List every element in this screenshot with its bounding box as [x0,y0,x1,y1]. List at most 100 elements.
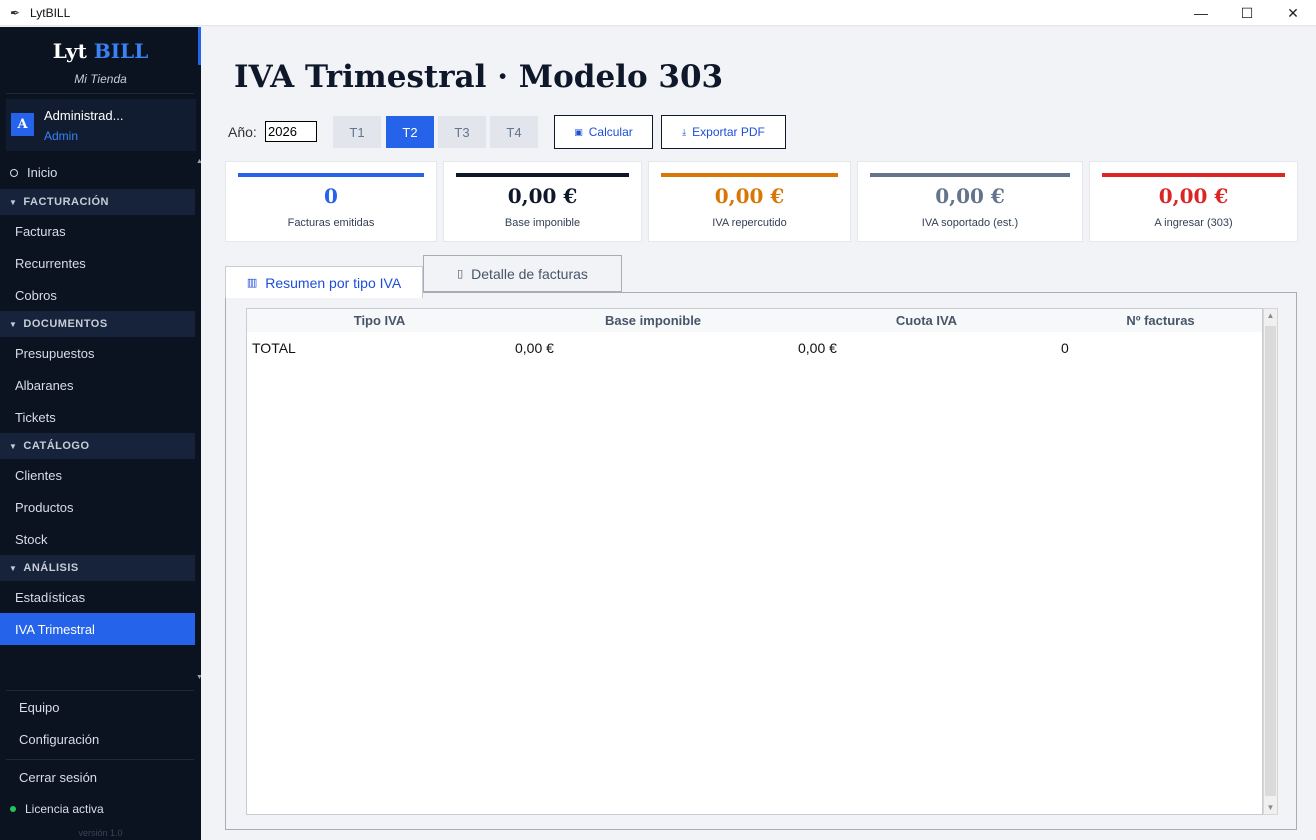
divider [6,759,194,760]
card-label: IVA repercutido [712,217,787,229]
sidebar-item-equipo[interactable]: Equipo [19,700,59,715]
section-facturacion[interactable]: ▼ FACTURACIÓN [0,189,195,215]
quarter-t2-button[interactable]: T2 [386,116,434,148]
card-label: A ingresar (303) [1154,217,1233,229]
status-dot-icon [10,806,16,812]
stat-card-a-ingresar: 0,00 € A ingresar (303) [1089,161,1298,242]
store-name: Mi Tienda [74,72,127,86]
stat-card-iva-repercutido: 0,00 € IVA repercutido [648,161,851,242]
sidebar-item-configuracion[interactable]: Configuración [19,732,99,747]
export-pdf-button[interactable]: ⤓ Exportar PDF [661,115,786,149]
column-header-num-facturas[interactable]: Nº facturas [1059,309,1262,332]
card-label: Facturas emitidas [287,217,375,229]
tab-label: Resumen por tipo IVA [265,274,402,291]
window-titlebar: ✒ LytBILL — ☐ ✕ [0,0,1316,26]
column-header-base-imponible[interactable]: Base imponible [512,309,794,332]
maximize-button[interactable]: ☐ [1224,0,1270,26]
chevron-down-icon: ▼ [9,441,18,451]
quarter-t1-button[interactable]: T1 [333,116,381,148]
scroll-down-arrow-icon[interactable]: ▼ [1264,803,1277,812]
license-status: Licencia activa [10,802,104,816]
section-catalogo[interactable]: ▼ CATÁLOGO [0,433,195,459]
sidebar-item-cobros[interactable]: Cobros [0,279,195,311]
card-accent-bar [661,173,838,177]
document-icon: ▯ [457,268,464,280]
minimize-button[interactable]: — [1178,0,1224,26]
user-card[interactable]: A Administrad... Admin [6,99,196,151]
iva-summary-table[interactable]: Tipo IVA Base imponible Cuota IVA Nº fac… [246,308,1263,815]
column-header-tipo-iva[interactable]: Tipo IVA [247,309,512,332]
calculate-button[interactable]: ▣ Calcular [554,115,653,149]
divider [6,690,194,691]
card-accent-bar [456,173,629,177]
sidebar-item-clientes[interactable]: Clientes [0,459,195,491]
brand-logo: Lyt BILL [0,39,201,63]
section-title: CATÁLOGO [23,440,90,452]
page-title: IVA Trimestral · Modelo 303 [234,59,724,95]
tab-detalle-facturas[interactable]: ▯ Detalle de facturas [423,255,622,292]
sidebar-item-estadisticas[interactable]: Estadísticas [0,581,195,613]
year-input[interactable] [265,121,317,142]
chevron-down-icon: ▼ [9,563,18,573]
divider [6,93,194,94]
card-value: 0,00 € [507,184,578,208]
card-label: Base imponible [504,217,581,229]
section-title: ANÁLISIS [23,562,79,574]
sidebar-item-inicio[interactable]: Inicio [0,156,195,189]
sidebar-item-label: Inicio [27,165,58,180]
sidebar-nav: Inicio ▼ FACTURACIÓN Facturas Recurrente… [0,156,195,645]
section-title: DOCUMENTOS [23,318,108,330]
section-documentos[interactable]: ▼ DOCUMENTOS [0,311,195,337]
avatar: A [11,113,34,136]
user-role: Admin [44,129,79,143]
year-label: Año: [228,124,257,140]
calculate-label: Calcular [588,125,633,139]
chevron-down-icon: ▼ [9,197,18,207]
cell-tipo-iva: TOTAL [252,340,296,356]
version-label: versión 1.0 [78,828,123,838]
quarter-t3-button[interactable]: T3 [438,116,486,148]
cell-cuota-iva: 0,00 € [798,340,837,356]
window-title: LytBILL [30,5,71,20]
calculator-icon: ▣ [574,126,583,137]
brand-name-lyt: Lyt [52,39,87,63]
table-row[interactable]: TOTAL 0,00 € 0,00 € 0 [247,335,1262,360]
sidebar-item-recurrentes[interactable]: Recurrentes [0,247,195,279]
card-value: 0 [324,184,338,208]
quarter-t4-button[interactable]: T4 [490,116,538,148]
card-label: IVA soportado (est.) [921,217,1019,229]
card-accent-bar [870,173,1070,177]
card-accent-bar [238,173,424,177]
stat-card-facturas: 0 Facturas emitidas [225,161,437,242]
card-value: 0,00 € [1158,184,1229,208]
logout-button[interactable]: Cerrar sesión [19,770,97,785]
tab-resumen-iva[interactable]: ▥ Resumen por tipo IVA [225,266,423,298]
user-name: Administrad... [44,108,124,123]
sidebar-item-presupuestos[interactable]: Presupuestos [0,337,195,369]
feather-icon: ✒ [10,5,21,20]
table-header: Tipo IVA Base imponible Cuota IVA Nº fac… [247,309,1262,332]
tab-label: Detalle de facturas [471,265,588,282]
cell-base-imponible: 0,00 € [515,340,554,356]
sidebar-item-tickets[interactable]: Tickets [0,401,195,433]
scrollbar-thumb[interactable] [1265,326,1276,796]
sidebar-item-albaranes[interactable]: Albaranes [0,369,195,401]
stat-card-base: 0,00 € Base imponible [443,161,642,242]
stat-card-iva-soportado: 0,00 € IVA soportado (est.) [857,161,1083,242]
sidebar-item-stock[interactable]: Stock [0,523,195,555]
sidebar-item-productos[interactable]: Productos [0,491,195,523]
column-header-cuota-iva[interactable]: Cuota IVA [794,309,1059,332]
scroll-up-arrow-icon[interactable]: ▲ [1264,311,1277,320]
window-controls: — ☐ ✕ [1178,0,1316,26]
export-label: Exportar PDF [692,125,765,139]
card-value: 0,00 € [935,184,1005,208]
tab-panel: Tipo IVA Base imponible Cuota IVA Nº fac… [225,292,1297,830]
section-analisis[interactable]: ▼ ANÁLISIS [0,555,195,581]
download-icon: ⤓ [682,126,687,137]
sidebar-item-iva-trimestral[interactable]: IVA Trimestral [0,613,195,645]
bar-chart-icon: ▥ [246,277,258,289]
close-button[interactable]: ✕ [1270,0,1316,26]
sidebar-item-facturas[interactable]: Facturas [0,215,195,247]
table-scrollbar[interactable]: ▲ ▼ [1263,308,1278,815]
card-accent-bar [1102,173,1285,177]
